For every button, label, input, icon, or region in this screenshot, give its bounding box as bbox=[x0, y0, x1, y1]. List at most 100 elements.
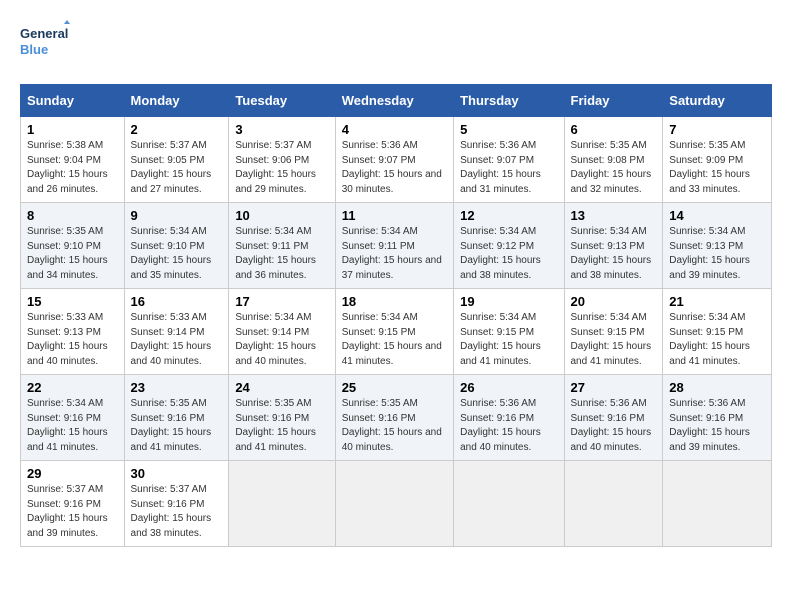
calendar-cell: 17 Sunrise: 5:34 AMSunset: 9:14 PMDaylig… bbox=[229, 289, 335, 375]
day-info: Sunrise: 5:37 AMSunset: 9:16 PMDaylight:… bbox=[131, 484, 212, 539]
day-number: 29 bbox=[27, 466, 118, 481]
day-info: Sunrise: 5:33 AMSunset: 9:13 PMDaylight:… bbox=[27, 312, 108, 367]
day-number: 1 bbox=[27, 122, 118, 137]
day-number: 15 bbox=[27, 294, 118, 309]
calendar-week-5: 29 Sunrise: 5:37 AMSunset: 9:16 PMDaylig… bbox=[21, 461, 772, 547]
day-info: Sunrise: 5:34 AMSunset: 9:12 PMDaylight:… bbox=[460, 226, 541, 281]
day-number: 24 bbox=[235, 380, 328, 395]
calendar-cell: 24 Sunrise: 5:35 AMSunset: 9:16 PMDaylig… bbox=[229, 375, 335, 461]
day-number: 9 bbox=[131, 208, 223, 223]
day-number: 26 bbox=[460, 380, 557, 395]
day-info: Sunrise: 5:34 AMSunset: 9:15 PMDaylight:… bbox=[460, 312, 541, 367]
calendar-week-3: 15 Sunrise: 5:33 AMSunset: 9:13 PMDaylig… bbox=[21, 289, 772, 375]
day-number: 14 bbox=[669, 208, 765, 223]
day-info: Sunrise: 5:34 AMSunset: 9:10 PMDaylight:… bbox=[131, 226, 212, 281]
calendar-cell: 28 Sunrise: 5:36 AMSunset: 9:16 PMDaylig… bbox=[663, 375, 772, 461]
day-info: Sunrise: 5:36 AMSunset: 9:07 PMDaylight:… bbox=[342, 140, 442, 195]
day-info: Sunrise: 5:35 AMSunset: 9:16 PMDaylight:… bbox=[131, 398, 212, 453]
day-info: Sunrise: 5:36 AMSunset: 9:16 PMDaylight:… bbox=[669, 398, 750, 453]
calendar-cell: 14 Sunrise: 5:34 AMSunset: 9:13 PMDaylig… bbox=[663, 203, 772, 289]
day-info: Sunrise: 5:37 AMSunset: 9:16 PMDaylight:… bbox=[27, 484, 108, 539]
calendar-cell: 4 Sunrise: 5:36 AMSunset: 9:07 PMDayligh… bbox=[335, 117, 453, 203]
calendar-cell: 16 Sunrise: 5:33 AMSunset: 9:14 PMDaylig… bbox=[124, 289, 229, 375]
calendar-cell: 22 Sunrise: 5:34 AMSunset: 9:16 PMDaylig… bbox=[21, 375, 125, 461]
day-number: 21 bbox=[669, 294, 765, 309]
day-info: Sunrise: 5:37 AMSunset: 9:05 PMDaylight:… bbox=[131, 140, 212, 195]
calendar-cell: 13 Sunrise: 5:34 AMSunset: 9:13 PMDaylig… bbox=[564, 203, 663, 289]
day-number: 8 bbox=[27, 208, 118, 223]
calendar-cell: 12 Sunrise: 5:34 AMSunset: 9:12 PMDaylig… bbox=[454, 203, 564, 289]
day-number: 6 bbox=[571, 122, 657, 137]
day-number: 22 bbox=[27, 380, 118, 395]
day-info: Sunrise: 5:33 AMSunset: 9:14 PMDaylight:… bbox=[131, 312, 212, 367]
calendar-week-4: 22 Sunrise: 5:34 AMSunset: 9:16 PMDaylig… bbox=[21, 375, 772, 461]
day-info: Sunrise: 5:35 AMSunset: 9:08 PMDaylight:… bbox=[571, 140, 652, 195]
day-info: Sunrise: 5:34 AMSunset: 9:13 PMDaylight:… bbox=[571, 226, 652, 281]
svg-text:Blue: Blue bbox=[20, 42, 48, 57]
day-info: Sunrise: 5:34 AMSunset: 9:16 PMDaylight:… bbox=[27, 398, 108, 453]
calendar-cell: 3 Sunrise: 5:37 AMSunset: 9:06 PMDayligh… bbox=[229, 117, 335, 203]
day-info: Sunrise: 5:37 AMSunset: 9:06 PMDaylight:… bbox=[235, 140, 316, 195]
day-number: 11 bbox=[342, 208, 447, 223]
day-info: Sunrise: 5:36 AMSunset: 9:16 PMDaylight:… bbox=[460, 398, 541, 453]
day-info: Sunrise: 5:34 AMSunset: 9:13 PMDaylight:… bbox=[669, 226, 750, 281]
day-number: 27 bbox=[571, 380, 657, 395]
day-number: 20 bbox=[571, 294, 657, 309]
day-number: 3 bbox=[235, 122, 328, 137]
calendar-cell: 27 Sunrise: 5:36 AMSunset: 9:16 PMDaylig… bbox=[564, 375, 663, 461]
day-number: 18 bbox=[342, 294, 447, 309]
calendar-cell: 21 Sunrise: 5:34 AMSunset: 9:15 PMDaylig… bbox=[663, 289, 772, 375]
day-number: 13 bbox=[571, 208, 657, 223]
calendar-cell bbox=[564, 461, 663, 547]
day-number: 16 bbox=[131, 294, 223, 309]
calendar-cell bbox=[335, 461, 453, 547]
day-number: 5 bbox=[460, 122, 557, 137]
day-number: 17 bbox=[235, 294, 328, 309]
calendar-week-1: 1 Sunrise: 5:38 AMSunset: 9:04 PMDayligh… bbox=[21, 117, 772, 203]
calendar-table: SundayMondayTuesdayWednesdayThursdayFrid… bbox=[20, 84, 772, 547]
day-info: Sunrise: 5:34 AMSunset: 9:15 PMDaylight:… bbox=[571, 312, 652, 367]
calendar-cell: 23 Sunrise: 5:35 AMSunset: 9:16 PMDaylig… bbox=[124, 375, 229, 461]
calendar-cell bbox=[663, 461, 772, 547]
day-number: 25 bbox=[342, 380, 447, 395]
day-number: 19 bbox=[460, 294, 557, 309]
calendar-cell: 10 Sunrise: 5:34 AMSunset: 9:11 PMDaylig… bbox=[229, 203, 335, 289]
day-info: Sunrise: 5:35 AMSunset: 9:10 PMDaylight:… bbox=[27, 226, 108, 281]
day-number: 7 bbox=[669, 122, 765, 137]
day-info: Sunrise: 5:34 AMSunset: 9:15 PMDaylight:… bbox=[669, 312, 750, 367]
day-number: 28 bbox=[669, 380, 765, 395]
day-info: Sunrise: 5:34 AMSunset: 9:11 PMDaylight:… bbox=[342, 226, 442, 281]
logo: General Blue bbox=[20, 20, 70, 68]
day-number: 30 bbox=[131, 466, 223, 481]
column-header-thursday: Thursday bbox=[454, 85, 564, 117]
calendar-cell: 9 Sunrise: 5:34 AMSunset: 9:10 PMDayligh… bbox=[124, 203, 229, 289]
column-header-monday: Monday bbox=[124, 85, 229, 117]
day-info: Sunrise: 5:38 AMSunset: 9:04 PMDaylight:… bbox=[27, 140, 108, 195]
day-info: Sunrise: 5:36 AMSunset: 9:16 PMDaylight:… bbox=[571, 398, 652, 453]
day-info: Sunrise: 5:34 AMSunset: 9:14 PMDaylight:… bbox=[235, 312, 316, 367]
day-info: Sunrise: 5:34 AMSunset: 9:11 PMDaylight:… bbox=[235, 226, 316, 281]
calendar-cell: 11 Sunrise: 5:34 AMSunset: 9:11 PMDaylig… bbox=[335, 203, 453, 289]
column-header-wednesday: Wednesday bbox=[335, 85, 453, 117]
day-number: 2 bbox=[131, 122, 223, 137]
svg-text:General: General bbox=[20, 26, 68, 41]
day-info: Sunrise: 5:34 AMSunset: 9:15 PMDaylight:… bbox=[342, 312, 442, 367]
calendar-cell: 1 Sunrise: 5:38 AMSunset: 9:04 PMDayligh… bbox=[21, 117, 125, 203]
day-number: 10 bbox=[235, 208, 328, 223]
calendar-cell: 15 Sunrise: 5:33 AMSunset: 9:13 PMDaylig… bbox=[21, 289, 125, 375]
calendar-cell: 2 Sunrise: 5:37 AMSunset: 9:05 PMDayligh… bbox=[124, 117, 229, 203]
calendar-cell: 30 Sunrise: 5:37 AMSunset: 9:16 PMDaylig… bbox=[124, 461, 229, 547]
day-info: Sunrise: 5:35 AMSunset: 9:16 PMDaylight:… bbox=[235, 398, 316, 453]
calendar-cell: 18 Sunrise: 5:34 AMSunset: 9:15 PMDaylig… bbox=[335, 289, 453, 375]
calendar-week-2: 8 Sunrise: 5:35 AMSunset: 9:10 PMDayligh… bbox=[21, 203, 772, 289]
calendar-cell bbox=[454, 461, 564, 547]
calendar-cell bbox=[229, 461, 335, 547]
header-row: SundayMondayTuesdayWednesdayThursdayFrid… bbox=[21, 85, 772, 117]
calendar-cell: 29 Sunrise: 5:37 AMSunset: 9:16 PMDaylig… bbox=[21, 461, 125, 547]
calendar-cell: 7 Sunrise: 5:35 AMSunset: 9:09 PMDayligh… bbox=[663, 117, 772, 203]
column-header-friday: Friday bbox=[564, 85, 663, 117]
page-header: General Blue bbox=[20, 20, 772, 68]
calendar-cell: 20 Sunrise: 5:34 AMSunset: 9:15 PMDaylig… bbox=[564, 289, 663, 375]
calendar-cell: 8 Sunrise: 5:35 AMSunset: 9:10 PMDayligh… bbox=[21, 203, 125, 289]
calendar-cell: 5 Sunrise: 5:36 AMSunset: 9:07 PMDayligh… bbox=[454, 117, 564, 203]
